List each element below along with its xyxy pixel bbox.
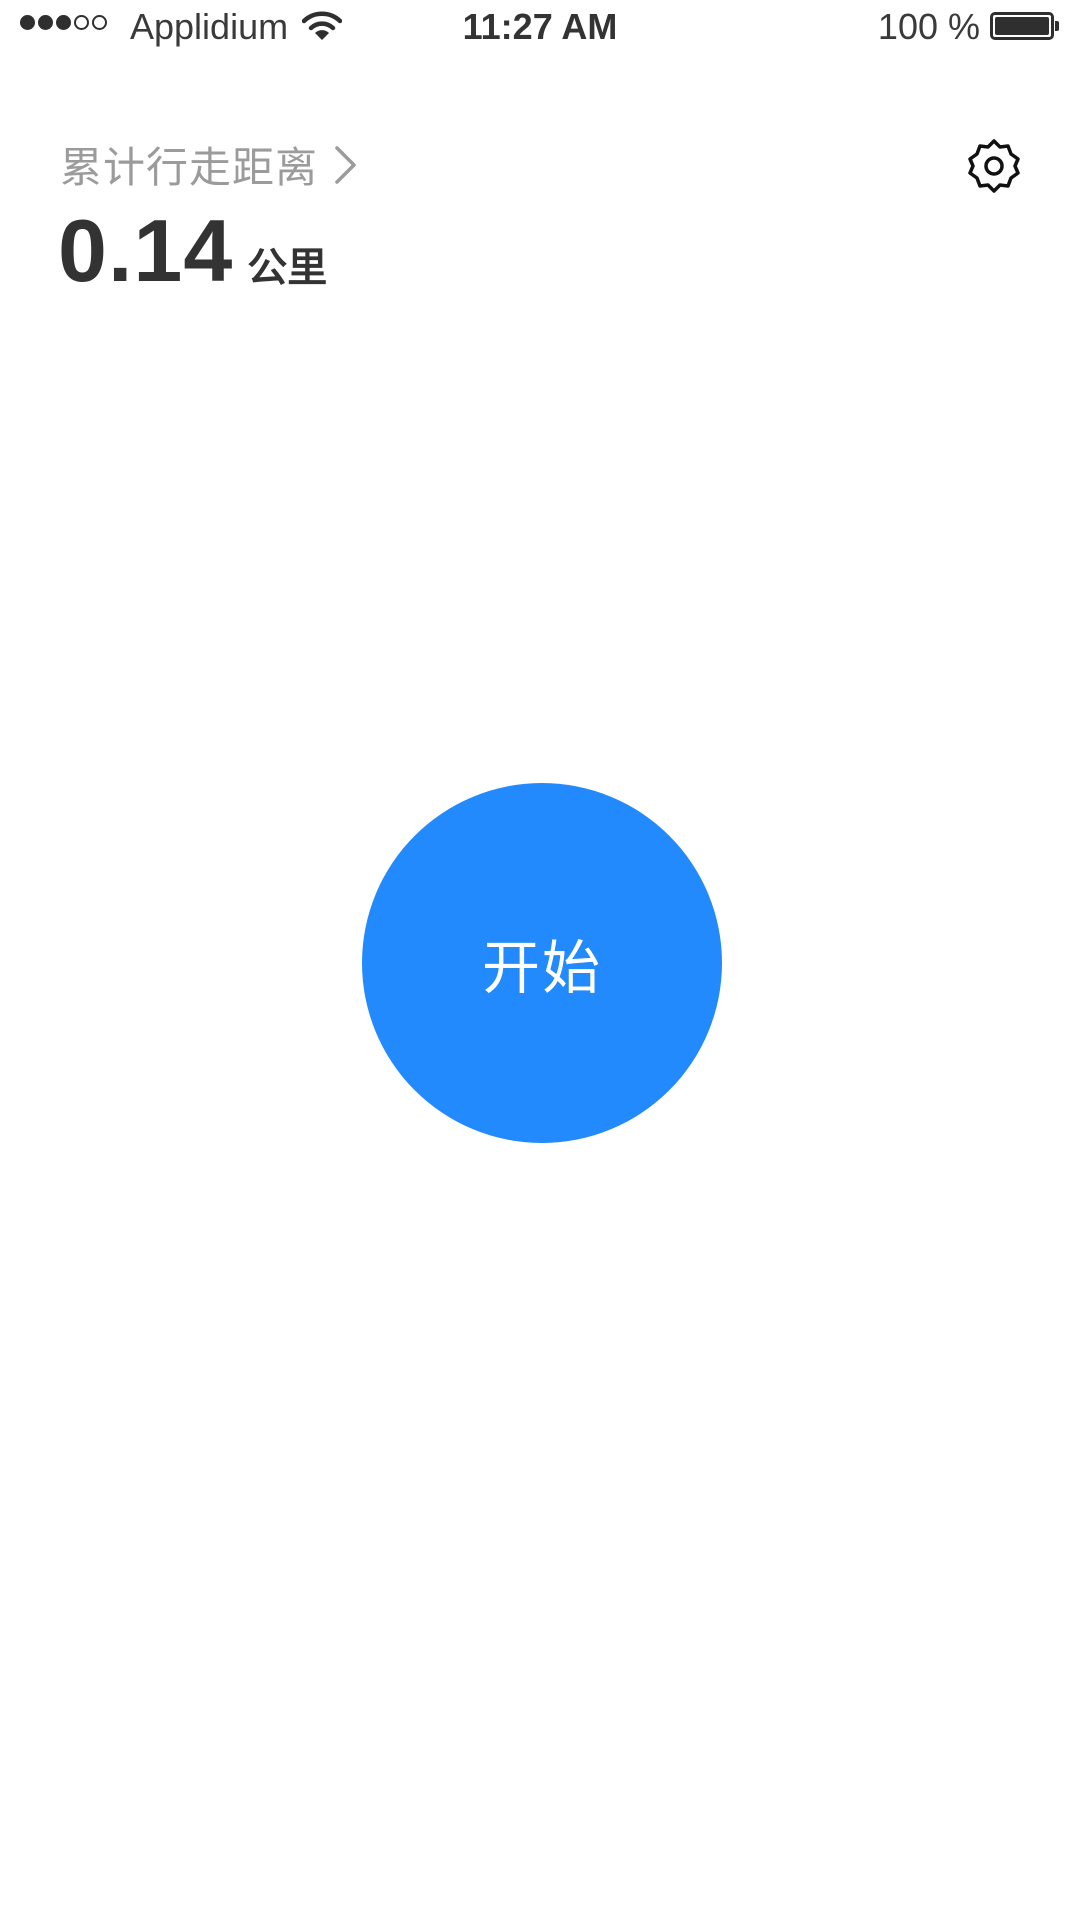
total-distance-link[interactable]: 累计行走距离 bbox=[60, 134, 358, 195]
start-label: 开始 bbox=[481, 934, 602, 1002]
distance-label: 累计行走距离 bbox=[60, 143, 319, 192]
distance-readout: 0.14 公里 bbox=[58, 200, 327, 302]
battery-icon bbox=[990, 12, 1059, 40]
start-button[interactable]: 开始 bbox=[362, 783, 722, 1143]
distance-value: 0.14 bbox=[58, 201, 234, 300]
battery-percentage: 100 % bbox=[877, 6, 980, 47]
distance-unit: 公里 bbox=[247, 245, 328, 291]
status-bar: Applidium 11:27 AM 100 % bbox=[0, 0, 1080, 54]
battery-fill bbox=[995, 17, 1049, 35]
gear-icon[interactable] bbox=[964, 136, 1024, 196]
chevron-right-icon bbox=[335, 145, 356, 184]
